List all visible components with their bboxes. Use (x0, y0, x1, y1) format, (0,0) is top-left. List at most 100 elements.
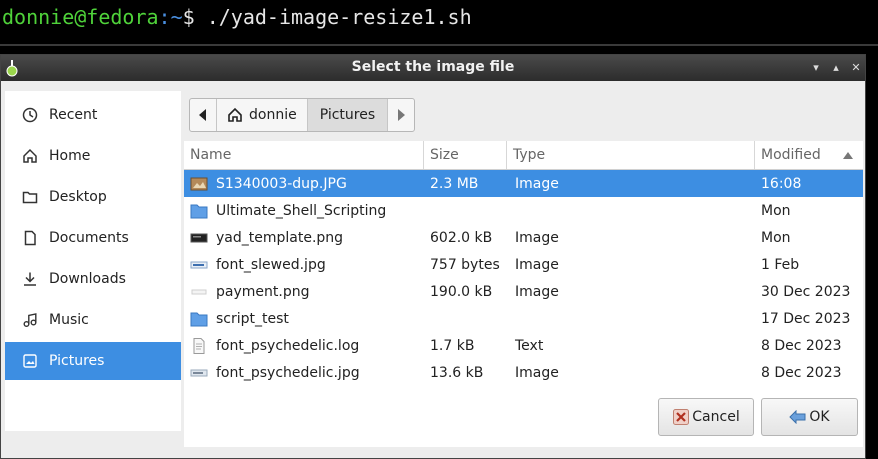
file-row[interactable]: Ultimate_Shell_Scripting Mon (184, 197, 863, 224)
file-size: 190.0 kB (430, 283, 493, 300)
file-name: S1340003-dup.JPG (216, 175, 347, 192)
file-name: Ultimate_Shell_Scripting (216, 202, 387, 219)
terminal-path: :~ (158, 5, 183, 29)
folder-icon (19, 186, 41, 208)
cancel-button[interactable]: Cancel (658, 398, 754, 436)
ok-icon (789, 408, 807, 426)
ok-label: OK (809, 409, 830, 425)
file-modified: 16:08 (761, 175, 802, 192)
minimize-button[interactable]: ▾ (809, 61, 823, 75)
terminal-divider (0, 44, 878, 46)
sidebar-item-label: Documents (49, 230, 129, 246)
file-modified: 17 Dec 2023 (761, 310, 851, 327)
file-modified: Mon (761, 202, 791, 219)
sidebar-item-label: Home (49, 148, 91, 164)
path-current-button[interactable]: Pictures (307, 99, 389, 131)
file-modified: 1 Feb (761, 256, 800, 273)
chevron-right-icon (398, 109, 406, 121)
chevron-left-icon (199, 109, 206, 121)
sidebar-item-downloads[interactable]: Downloads (5, 260, 181, 298)
file-list-header: Name Size Type Modified (184, 141, 863, 170)
file-name: font_psychedelic.jpg (216, 364, 360, 381)
sidebar-item-recent[interactable]: Recent (5, 96, 181, 134)
sidebar-item-desktop[interactable]: Desktop (5, 178, 181, 216)
file-row[interactable]: S1340003-dup.JPG 2.3 MB Image 16:08 (184, 170, 863, 197)
terminal-window: donnie@fedora:~$ ./yad-image-resize1.sh (0, 0, 878, 60)
file-size: 757 bytes (430, 256, 500, 273)
places-sidebar: Recent Home Desktop Documents Downloads (5, 91, 181, 431)
file-modified: 8 Dec 2023 (761, 364, 842, 381)
file-row[interactable]: font_slewed.jpg 757 bytes Image 1 Feb (184, 251, 863, 278)
file-name: script_test (216, 310, 289, 327)
file-row[interactable]: payment.png 190.0 kB Image 30 Dec 2023 (184, 278, 863, 305)
sort-ascending-icon (843, 151, 853, 159)
file-row[interactable]: yad_template.png 602.0 kB Image Mon (184, 224, 863, 251)
terminal-user-host: donnie@fedora (2, 5, 159, 29)
path-bar: donnie Pictures (189, 98, 416, 132)
path-home-button[interactable]: donnie (217, 99, 308, 131)
download-icon (19, 268, 41, 290)
file-modified: 30 Dec 2023 (761, 283, 851, 300)
file-row[interactable]: script_test 17 Dec 2023 (184, 305, 863, 332)
path-forward-button[interactable] (388, 99, 414, 131)
sidebar-item-documents[interactable]: Documents (5, 219, 181, 257)
cancel-icon (672, 408, 690, 426)
music-icon (19, 309, 41, 331)
file-size: 13.6 kB (430, 364, 484, 381)
file-chooser-dialog: Select the image file ▾ ▴ ✕ Recent Home … (0, 54, 866, 459)
file-name: yad_template.png (216, 229, 344, 246)
file-row[interactable]: font_psychedelic.log 1.7 kB Text 8 Dec 2… (184, 332, 863, 359)
picture-icon (19, 350, 41, 372)
file-type: Text (515, 337, 544, 354)
file-name: font_slewed.jpg (216, 256, 326, 273)
image-file-icon (190, 229, 208, 247)
sidebar-item-home[interactable]: Home (5, 137, 181, 175)
file-type: Image (515, 364, 559, 381)
terminal-command: $ ./yad-image-resize1.sh (182, 5, 472, 29)
file-modified: Mon (761, 229, 791, 246)
file-size: 1.7 kB (430, 337, 475, 354)
file-type: Image (515, 256, 559, 273)
file-size: 2.3 MB (430, 175, 479, 192)
sidebar-item-label: Downloads (49, 271, 126, 287)
file-name: payment.png (216, 283, 310, 300)
column-header-name[interactable]: Name (184, 141, 424, 169)
text-file-icon (190, 337, 208, 355)
sidebar-item-pictures[interactable]: Pictures (5, 342, 181, 380)
dialog-title: Select the image file (351, 59, 515, 75)
column-header-size[interactable]: Size (424, 141, 507, 169)
path-home-label: donnie (249, 107, 297, 123)
maximize-button[interactable]: ▴ (829, 61, 843, 75)
file-modified: 8 Dec 2023 (761, 337, 842, 354)
dialog-titlebar[interactable]: Select the image file ▾ ▴ ✕ (1, 55, 865, 81)
file-type: Image (515, 175, 559, 192)
image-file-icon (190, 256, 208, 274)
sidebar-item-label: Recent (49, 107, 98, 123)
image-file-icon (190, 364, 208, 382)
file-name: font_psychedelic.log (216, 337, 360, 354)
terminal-prompt-line: donnie@fedora:~$ ./yad-image-resize1.sh (2, 4, 472, 30)
close-button[interactable]: ✕ (849, 61, 863, 75)
sidebar-item-label: Pictures (49, 353, 105, 369)
file-size: 602.0 kB (430, 229, 493, 246)
image-file-icon (190, 283, 208, 301)
folder-icon (190, 202, 208, 220)
sidebar-item-music[interactable]: Music (5, 301, 181, 339)
file-type: Image (515, 283, 559, 300)
sidebar-item-label: Desktop (49, 189, 107, 205)
sidebar-item-label: Music (49, 312, 89, 328)
document-icon (19, 227, 41, 249)
ok-button[interactable]: OK (761, 398, 858, 436)
image-file-icon (190, 175, 208, 193)
home-icon (228, 107, 242, 122)
path-back-button[interactable] (190, 99, 217, 131)
folder-icon (190, 310, 208, 328)
clock-icon (19, 104, 41, 126)
path-current-label: Pictures (319, 107, 376, 123)
cancel-label: Cancel (692, 409, 740, 425)
file-type: Image (515, 229, 559, 246)
file-row[interactable]: font_psychedelic.jpg 13.6 kB Image 8 Dec… (184, 359, 863, 386)
home-icon (19, 145, 41, 167)
column-header-type[interactable]: Type (507, 141, 755, 169)
column-header-modified[interactable]: Modified (755, 141, 863, 169)
